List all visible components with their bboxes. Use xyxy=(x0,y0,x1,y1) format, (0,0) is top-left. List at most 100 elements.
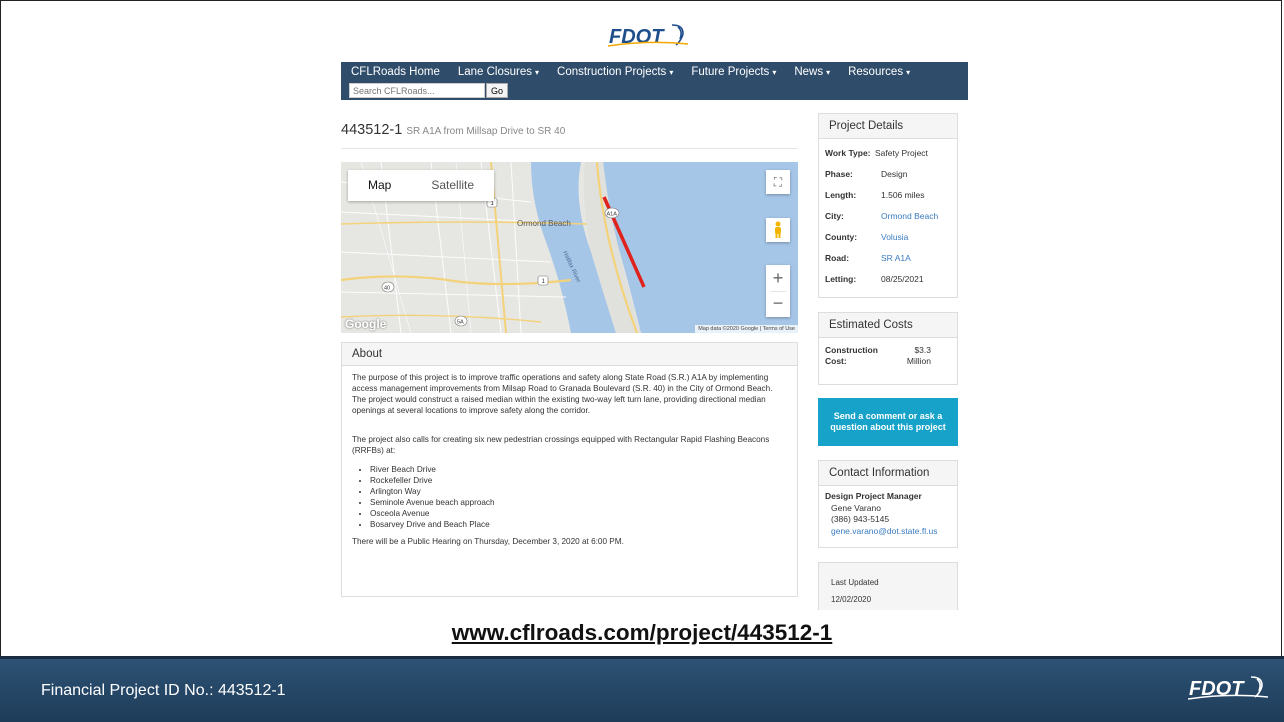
contact-phone: (386) 943-5145 xyxy=(831,514,890,524)
detail-value-link[interactable]: Volusia xyxy=(881,232,908,242)
detail-value-link[interactable]: Ormond Beach xyxy=(881,211,938,221)
detail-value-link[interactable]: SR A1A xyxy=(881,253,911,263)
map-attribution[interactable]: Map data ©2020 Google | Terms of Use xyxy=(695,325,798,333)
detail-row: Length: 1.506 miles xyxy=(819,184,957,205)
project-details-panel: Project Details Work Type: Safety Project… xyxy=(818,113,958,298)
map-label-city: Ormond Beach xyxy=(517,219,571,228)
nav-item-label: Future Projects xyxy=(691,66,770,78)
detail-row: Phase: Design xyxy=(819,163,957,184)
construction-cost-label: Construction Cost: xyxy=(825,345,878,366)
caret-down-icon: ▾ xyxy=(772,68,777,77)
caret-down-icon: ▾ xyxy=(669,68,674,77)
detail-value: 08/25/2021 xyxy=(881,273,924,284)
detail-key: Road: xyxy=(825,252,850,263)
zoom-in-icon[interactable]: + xyxy=(773,265,784,291)
detail-row: Work Type: Safety Project xyxy=(819,142,957,163)
shield-sr40-label: 40 xyxy=(384,286,390,292)
search-go-button[interactable]: Go xyxy=(486,83,508,98)
last-updated-panel: Last Updated 12/02/2020 xyxy=(818,562,958,610)
page-title: 443512-1 SR A1A from Millsap Drive to SR… xyxy=(341,122,565,138)
detail-key: Length: xyxy=(825,189,857,200)
project-details-heading: Project Details xyxy=(819,114,957,139)
caret-down-icon: ▾ xyxy=(826,68,831,77)
detail-value: 1.506 miles xyxy=(881,189,925,200)
contact-email-link[interactable]: gene.varano@dot.state.fl.us xyxy=(825,526,951,538)
nav-item[interactable]: News ▾ xyxy=(794,66,830,78)
search-form: Go xyxy=(349,83,508,98)
map-type-map[interactable]: Map xyxy=(348,170,411,201)
detail-row: City: Ormond Beach xyxy=(819,205,957,226)
project-details-list: Work Type: Safety Project Phase: Design Leng… xyxy=(819,139,957,289)
contact-body: Design Project Manager Gene Varano (386)… xyxy=(819,486,957,542)
send-comment-button[interactable]: Send a comment or ask a question about t… xyxy=(818,398,958,446)
nav-item-label: CFLRoads Home xyxy=(351,66,440,78)
detail-key: Phase: xyxy=(825,168,853,179)
nav-item-label: Resources xyxy=(848,66,904,78)
detail-row: Letting: 08/25/2021 xyxy=(819,268,957,289)
crossing-list-item: River Beach Drive xyxy=(370,464,787,475)
crossing-list-item: Bosarvey Drive and Beach Place xyxy=(370,519,787,530)
project-url-link[interactable]: www.cflroads.com/project/443512-1 xyxy=(0,620,1284,646)
nav-item[interactable]: Lane Closures ▾ xyxy=(458,66,539,78)
zoom-out-icon[interactable]: − xyxy=(770,291,786,317)
crossing-list: River Beach DriveRockefeller DriveArling… xyxy=(352,464,787,530)
crossing-list-item: Seminole Avenue beach approach xyxy=(370,497,787,508)
fdot-logo: FDOT xyxy=(608,24,689,48)
nav-item-label: News xyxy=(794,66,824,78)
detail-key: County: xyxy=(825,231,858,242)
crossing-list-item: Rockefeller Drive xyxy=(370,475,787,486)
contact-role: Design Project Manager xyxy=(825,491,922,501)
nav-item[interactable]: Future Projects ▾ xyxy=(691,66,776,78)
last-updated-label: Last Updated xyxy=(831,578,879,587)
about-body: The purpose of this project is to improv… xyxy=(342,366,797,547)
detail-value: Design xyxy=(881,168,908,179)
last-updated-date: 12/02/2020 xyxy=(831,595,872,604)
nav-item-label: Lane Closures xyxy=(457,66,532,78)
map-type-control: Map Satellite xyxy=(348,170,495,201)
contact-panel: Contact Information Design Project Manag… xyxy=(818,460,958,548)
title-divider xyxy=(341,148,798,149)
search-input[interactable] xyxy=(349,83,485,98)
detail-key: Letting: xyxy=(825,273,857,284)
crossing-list-item: Arlington Way xyxy=(370,486,787,497)
fullscreen-icon[interactable]: ⛶ xyxy=(766,170,790,194)
pegman-icon[interactable] xyxy=(766,218,790,242)
detail-row: County: Volusia xyxy=(819,226,957,247)
contact-heading: Contact Information xyxy=(819,461,957,486)
shield-5a-label: 5A xyxy=(457,320,464,326)
nav-item-label: Construction Projects xyxy=(557,66,667,78)
footer-project-id: Financial Project ID No.: 443512-1 xyxy=(41,682,286,699)
construction-cost-row: Construction Cost: $3.3 Million xyxy=(819,338,957,367)
about-panel: About The purpose of this project is to … xyxy=(341,342,798,597)
estimated-costs-panel: Estimated Costs Construction Cost: $3.3 … xyxy=(818,312,958,385)
about-heading: About xyxy=(342,343,797,366)
nav-item[interactable]: Resources ▾ xyxy=(848,66,910,78)
slide-footer: Financial Project ID No.: 443512-1 FDOT xyxy=(0,659,1284,722)
estimated-costs-heading: Estimated Costs xyxy=(819,313,957,338)
map-type-satellite[interactable]: Satellite xyxy=(411,170,494,201)
project-subtitle: SR A1A from Millsap Drive to SR 40 xyxy=(406,126,566,137)
nav-menu: CFLRoads Home Lane Closures ▾ Construction … xyxy=(351,66,928,78)
about-paragraph-1: The purpose of this project is to improv… xyxy=(352,373,773,415)
nav-item[interactable]: Construction Projects ▾ xyxy=(557,66,673,78)
detail-key: City: xyxy=(825,210,844,221)
crossing-list-item: Osceola Avenue xyxy=(370,508,787,519)
zoom-control: + − xyxy=(766,265,790,317)
caret-down-icon: ▾ xyxy=(535,68,540,77)
shield-5a: 5A xyxy=(454,315,468,327)
shield-a1a-label: A1A xyxy=(607,212,618,218)
nav-item[interactable]: CFLRoads Home xyxy=(351,66,440,78)
about-paragraph-2: The project also calls for creating six … xyxy=(352,435,770,455)
shield-a1a: A1A xyxy=(604,207,620,219)
site-navbar: CFLRoads Home Lane Closures ▾ Construction … xyxy=(341,62,968,100)
shield-sr40: 40 xyxy=(381,281,395,293)
detail-row: Road: SR A1A xyxy=(819,247,957,268)
google-logo: Google xyxy=(345,317,387,331)
project-map[interactable]: Ormond Beach Halifax River A1A 1 1 40 5A… xyxy=(341,162,798,333)
detail-key: Work Type: xyxy=(825,147,871,158)
construction-cost-value: $3.3 Million xyxy=(906,345,931,366)
project-id: 443512-1 xyxy=(341,122,403,138)
detail-value: Safety Project xyxy=(875,147,928,158)
fdot-footer-logo: FDOT xyxy=(1188,676,1269,700)
about-paragraph-3: There will be a Public Hearing on Thursd… xyxy=(352,537,624,546)
